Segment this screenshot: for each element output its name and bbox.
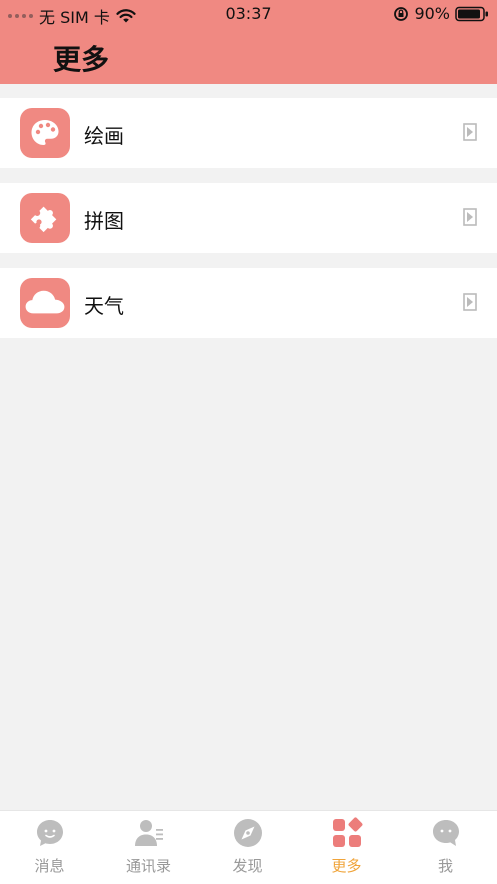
tab-label: 更多 [331,857,362,875]
status-right: 90% [393,4,489,23]
list-item-painting[interactable]: 绘画 [0,98,497,168]
list-item-weather[interactable]: 天气 [0,268,497,338]
tab-me[interactable]: 我 [396,817,495,883]
page-title: 更多 [53,43,110,76]
list-item-label: 天气 [84,294,124,318]
puzzle-icon [20,193,70,243]
tab-discover[interactable]: 发现 [198,817,297,883]
cloud-icon [20,278,70,328]
grid-icon [332,817,362,847]
compass-icon [233,819,262,847]
tab-label: 发现 [232,857,263,875]
profile-icon [432,820,459,846]
battery-icon [455,6,488,21]
tab-label: 消息 [34,857,65,875]
list-item-label: 绘画 [84,124,124,148]
list-item-puzzle[interactable]: 拼图 [0,183,497,253]
tab-bar: 消息 通讯录 发现 更多 我 [0,810,497,884]
chevron-right-icon [463,123,477,141]
chevron-right-icon [463,208,477,226]
message-icon [36,820,63,846]
rotation-lock-icon [394,6,409,21]
header: 无 SIM 卡 03:37 90% 更多 [0,0,497,84]
chevron-right-icon [463,293,477,311]
palette-icon [20,108,70,158]
contacts-icon [134,820,163,846]
tab-more[interactable]: 更多 [297,817,396,883]
tab-label: 我 [437,857,453,875]
tab-label: 通讯录 [125,857,171,875]
list-item-label: 拼图 [84,209,124,233]
status-bar: 无 SIM 卡 03:37 90% [0,0,497,28]
tab-messages[interactable]: 消息 [0,817,99,883]
tab-contacts[interactable]: 通讯录 [99,817,198,883]
battery-percent: 90% [414,4,450,23]
